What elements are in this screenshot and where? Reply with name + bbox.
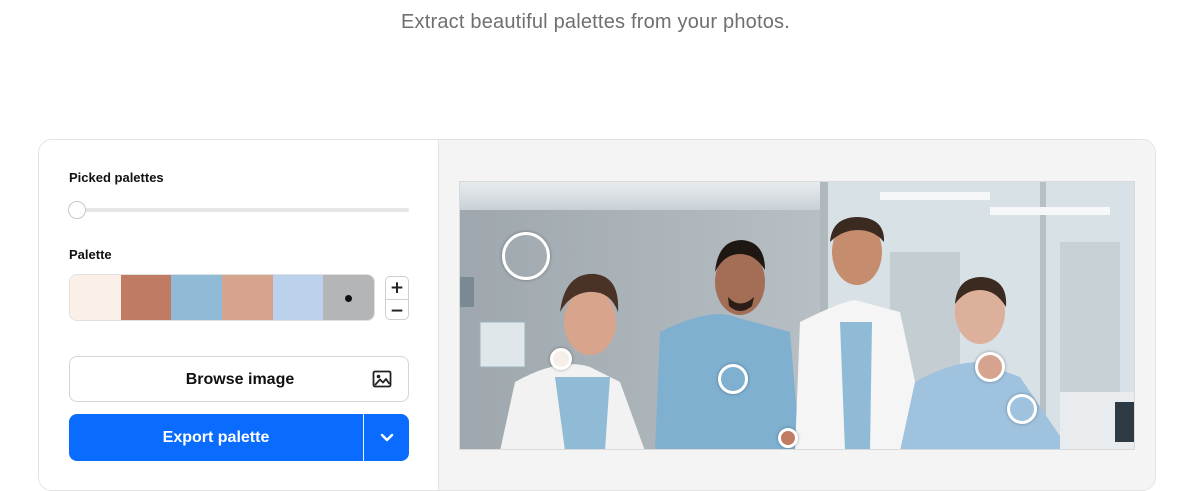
chevron-down-icon bbox=[380, 429, 394, 447]
export-palette-split-button: Export palette bbox=[69, 414, 409, 461]
page-subtitle: Extract beautiful palettes from your pho… bbox=[401, 11, 790, 33]
image-icon bbox=[372, 370, 392, 388]
color-picker-handle[interactable] bbox=[1007, 394, 1037, 424]
add-swatch-button[interactable]: + bbox=[386, 277, 408, 299]
browse-image-label: Browse image bbox=[185, 371, 295, 388]
swatch-count-stepper: + − bbox=[385, 276, 409, 320]
color-picker-handle[interactable] bbox=[778, 428, 798, 448]
picked-palettes-label: Picked palettes bbox=[69, 170, 164, 185]
palette-swatch[interactable] bbox=[272, 275, 324, 320]
palette-swatch[interactable] bbox=[222, 275, 273, 320]
palette-label: Palette bbox=[69, 247, 112, 262]
palette-extractor-card: Picked palettes Palette + − Browse image… bbox=[38, 139, 1156, 491]
export-palette-button[interactable]: Export palette bbox=[69, 429, 363, 447]
export-options-button[interactable] bbox=[364, 414, 409, 461]
color-picker-handle[interactable] bbox=[718, 364, 748, 394]
palette-swatch[interactable] bbox=[120, 275, 172, 320]
palette-swatches bbox=[69, 274, 375, 321]
palette-swatch[interactable] bbox=[171, 275, 223, 320]
browse-image-button[interactable]: Browse image bbox=[69, 356, 409, 402]
color-picker-handle[interactable] bbox=[550, 348, 572, 370]
uploaded-photo bbox=[459, 181, 1135, 450]
controls-panel: Picked palettes Palette + − Browse image… bbox=[39, 140, 439, 490]
color-picker-handle[interactable] bbox=[502, 232, 550, 280]
picked-palettes-slider-handle[interactable] bbox=[68, 201, 86, 219]
image-preview-panel bbox=[439, 140, 1155, 490]
palette-swatch[interactable] bbox=[323, 275, 374, 320]
palette-swatch[interactable] bbox=[70, 275, 121, 320]
color-picker-handle[interactable] bbox=[975, 352, 1005, 382]
selected-swatch-indicator bbox=[344, 294, 352, 302]
remove-swatch-button[interactable]: − bbox=[386, 299, 408, 319]
picked-palettes-slider-track[interactable] bbox=[69, 208, 409, 212]
